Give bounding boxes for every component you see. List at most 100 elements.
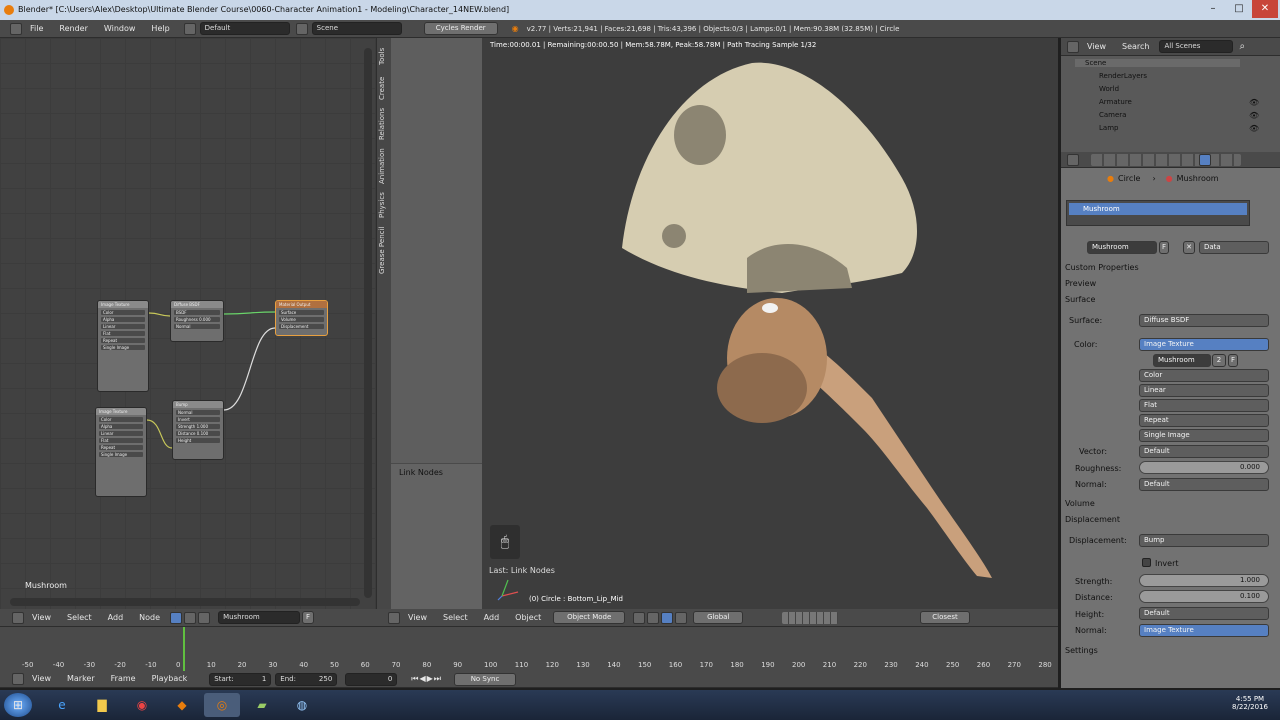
displacement-select[interactable]: Bump — [1139, 534, 1269, 547]
outliner-item-renderlayers[interactable]: RenderLayers — [1099, 72, 1147, 80]
app-icon[interactable]: ◆ — [164, 693, 200, 717]
viewport-menu-add[interactable]: Add — [476, 609, 508, 627]
mode-select[interactable]: Object Mode — [553, 611, 626, 624]
viewport-menu-select[interactable]: Select — [435, 609, 476, 627]
orientation-select[interactable]: Global — [693, 611, 744, 624]
search-icon[interactable]: ⌕ — [1239, 41, 1245, 52]
section-volume[interactable]: Volume — [1065, 499, 1095, 508]
viewport-menu-object[interactable]: Object — [507, 609, 549, 627]
timeline[interactable]: -50 -40 -30 -20 -10 0 10 20 30 40 50 60 70 80 90 100 110… — [0, 627, 1058, 671]
timeline-menu-view[interactable]: View — [24, 670, 59, 688]
outliner-item-lamp[interactable]: Lamp — [1099, 124, 1118, 132]
close-button[interactable]: ✕ — [1252, 0, 1278, 18]
snap-target-select[interactable]: Closest — [920, 611, 970, 624]
vector-select[interactable]: Default — [1139, 445, 1269, 458]
layers-grid[interactable] — [782, 612, 838, 624]
tab-tools[interactable]: Tools — [378, 48, 386, 65]
timeline-menu-marker[interactable]: Marker — [59, 670, 103, 688]
eye-icon[interactable]: 👁 — [1249, 111, 1259, 120]
scene-field[interactable]: Scene — [311, 22, 402, 35]
editor-type-icon[interactable] — [10, 22, 22, 35]
recorder-icon[interactable]: ◍ — [284, 693, 320, 717]
menu-file[interactable]: File — [22, 20, 51, 38]
unlink-icon[interactable]: ✕ — [1183, 241, 1195, 254]
node-menu-add[interactable]: Add — [100, 609, 132, 627]
tab-animation[interactable]: Animation — [378, 148, 386, 184]
tab-create[interactable]: Create — [378, 77, 386, 100]
fake-user-button[interactable]: F — [302, 611, 315, 624]
material-slot-list[interactable]: Mushroom — [1066, 200, 1250, 226]
editor-type-icon[interactable] — [1067, 40, 1079, 53]
timeline-menu-playback[interactable]: Playback — [144, 670, 196, 688]
image-source-select[interactable]: Single Image — [1139, 429, 1269, 442]
screen-layout-field[interactable]: Default — [199, 22, 290, 35]
node-editor-scrollbar[interactable] — [10, 598, 360, 606]
surface-shader-select[interactable]: Diffuse BSDF — [1139, 314, 1269, 327]
section-settings[interactable]: Settings — [1065, 646, 1098, 655]
section-displacement[interactable]: Displacement — [1065, 515, 1120, 524]
image-projection-select[interactable]: Flat — [1139, 399, 1269, 412]
clock[interactable]: 4:55 PM 8/22/2016 — [1222, 695, 1278, 711]
pivot-icon[interactable] — [647, 611, 660, 624]
outliner-item-armature[interactable]: Armature — [1099, 98, 1132, 106]
strength-slider[interactable]: 1.000 — [1139, 574, 1269, 587]
section-custom-properties[interactable]: Custom Properties — [1065, 263, 1139, 272]
image-users[interactable]: 2 — [1212, 354, 1226, 367]
render-engine-select[interactable]: Cycles Render — [423, 22, 498, 35]
outliner-item-world[interactable]: World — [1099, 85, 1119, 93]
3d-viewport[interactable]: Time:00:00.01 | Remaining:00:00.50 | Mem… — [482, 38, 1058, 609]
normal-select[interactable]: Default — [1139, 478, 1269, 491]
outliner-item-camera[interactable]: Camera — [1099, 111, 1126, 119]
image-fake-user[interactable]: F — [1228, 354, 1238, 367]
image-interpolation-select[interactable]: Linear — [1139, 384, 1269, 397]
outliner-item-scene[interactable]: Scene — [1075, 59, 1240, 67]
manipulator-icon[interactable] — [661, 611, 674, 624]
material-slot-item[interactable]: Mushroom — [1069, 203, 1247, 215]
distance-slider[interactable]: 0.100 — [1139, 590, 1269, 603]
timeline-menu-frame[interactable]: Frame — [103, 670, 144, 688]
node-menu-select[interactable]: Select — [59, 609, 100, 627]
ie-icon[interactable]: e — [44, 693, 80, 717]
disp-normal-select[interactable]: Image Texture — [1139, 624, 1269, 637]
outliner-filter-select[interactable]: All Scenes — [1159, 40, 1234, 53]
image-name-field[interactable]: Mushroom — [1153, 354, 1211, 367]
color-input-select[interactable]: Image Texture — [1139, 338, 1269, 351]
outliner-menu-search[interactable]: Search — [1114, 38, 1157, 56]
minimize-button[interactable]: – — [1200, 0, 1226, 18]
eye-icon[interactable]: 👁 — [1249, 124, 1259, 133]
outliner-menu-view[interactable]: View — [1079, 38, 1114, 56]
material-tab-icon[interactable] — [1199, 154, 1211, 166]
section-preview[interactable]: Preview — [1065, 279, 1096, 288]
section-surface[interactable]: Surface — [1065, 295, 1095, 304]
height-select[interactable]: Default — [1139, 607, 1269, 620]
material-field[interactable]: Mushroom — [218, 611, 301, 624]
link-select[interactable]: Data — [1199, 241, 1269, 254]
invert-checkbox[interactable] — [1142, 558, 1151, 567]
maximize-button[interactable]: □ — [1226, 0, 1252, 18]
eye-icon[interactable]: 👁 — [1249, 98, 1259, 107]
editor-type-icon[interactable] — [12, 611, 24, 624]
node-menu-view[interactable]: View — [24, 609, 59, 627]
playback-controls-icon[interactable]: ⏮◀▶⏭ — [411, 674, 442, 684]
image-colorspace-select[interactable]: Color — [1139, 369, 1269, 382]
tab-physics[interactable]: Physics — [378, 192, 386, 218]
shader-type-icon[interactable] — [170, 611, 183, 624]
node-editor[interactable]: Image Texture Color Alpha Linear Flat Re… — [0, 38, 376, 609]
menu-window[interactable]: Window — [96, 20, 144, 38]
notes-icon[interactable]: ▰ — [244, 693, 280, 717]
context-tabs[interactable] — [1091, 154, 1241, 166]
viewport-menu-view[interactable]: View — [400, 609, 435, 627]
start-frame-field[interactable]: Start: 1 — [209, 672, 272, 686]
menu-render[interactable]: Render — [51, 20, 95, 38]
menu-help[interactable]: Help — [143, 20, 177, 38]
editor-type-icon[interactable] — [1067, 154, 1079, 166]
chrome-icon[interactable]: ◉ — [124, 693, 160, 717]
translate-icon[interactable] — [675, 611, 688, 624]
image-extension-select[interactable]: Repeat — [1139, 414, 1269, 427]
blender-task-icon[interactable]: ◎ — [204, 693, 240, 717]
editor-type-icon[interactable] — [388, 611, 400, 624]
roughness-slider[interactable]: 0.000 — [1139, 461, 1269, 474]
node-editor-vscrollbar[interactable] — [364, 48, 372, 598]
node-menu-node[interactable]: Node — [131, 609, 168, 627]
link-nodes-panel-title[interactable]: Link Nodes — [391, 464, 483, 477]
